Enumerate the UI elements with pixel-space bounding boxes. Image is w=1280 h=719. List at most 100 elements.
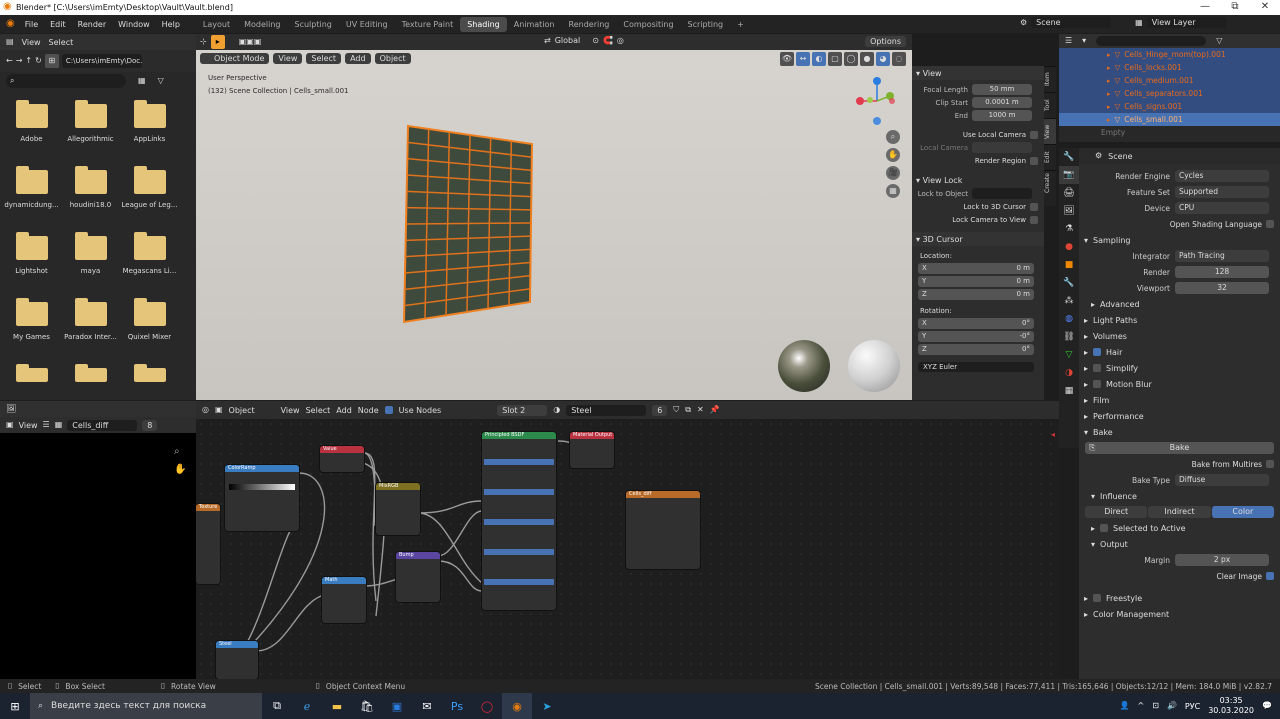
- folder-item[interactable]: Megascans Li...: [120, 230, 179, 292]
- tool-tab-icon[interactable]: 🔧: [1059, 148, 1079, 166]
- new-folder-icon[interactable]: ⊞: [44, 54, 59, 68]
- color-toggle[interactable]: Color: [1211, 506, 1274, 518]
- hair-section[interactable]: ▸ Hair: [1079, 344, 1280, 360]
- tab-rendering[interactable]: Rendering: [562, 17, 617, 32]
- outliner-empty-item[interactable]: Empty: [1059, 126, 1280, 139]
- material-tab-icon[interactable]: ◑: [1059, 364, 1079, 382]
- tab-item[interactable]: Item: [1044, 66, 1056, 92]
- cursor-rot-z[interactable]: Z 0°: [918, 344, 1034, 355]
- folder-item[interactable]: AppLinks: [120, 98, 179, 160]
- volumes-section[interactable]: ▸ Volumes: [1079, 328, 1280, 344]
- physics-tab-icon[interactable]: ◍: [1059, 310, 1079, 328]
- editor-type-icon[interactable]: ☰: [1065, 37, 1072, 45]
- proportional-edit-icon[interactable]: ◎: [617, 36, 624, 45]
- image-browse-icon[interactable]: ▦: [55, 421, 63, 429]
- close-window-button[interactable]: ✕: [1250, 0, 1280, 15]
- editor-type-icon[interactable]: ▤: [6, 38, 14, 46]
- trello-icon[interactable]: ▣: [382, 693, 412, 719]
- influence-subsection[interactable]: ▾ Influence: [1079, 488, 1280, 504]
- expand-icon[interactable]: ▸: [1107, 116, 1111, 124]
- use-local-camera-checkbox[interactable]: [1030, 130, 1038, 139]
- editor-type-icon[interactable]: 🖼: [6, 405, 16, 413]
- vp-menu-add[interactable]: Add: [345, 52, 371, 64]
- folder-item[interactable]: My Games: [2, 296, 61, 358]
- node-mix[interactable]: MixRGB: [376, 483, 420, 535]
- data-tab-icon[interactable]: ▽: [1059, 346, 1079, 364]
- cursor-loc-x[interactable]: X 0 m: [918, 263, 1034, 274]
- object-tab-icon[interactable]: ■: [1059, 256, 1079, 274]
- local-camera-field[interactable]: [972, 142, 1032, 153]
- tab-uv-editing[interactable]: UV Editing: [339, 17, 395, 32]
- outliner-item[interactable]: ▸ ▽ Cells_Hinge_mom(top).001: [1059, 48, 1280, 61]
- feature-set-dropdown[interactable]: Supported: [1175, 186, 1269, 198]
- constraints-tab-icon[interactable]: ⛓: [1059, 328, 1079, 346]
- filter-icon[interactable]: ▽: [158, 77, 164, 85]
- node-socket-row[interactable]: [484, 591, 554, 597]
- osl-checkbox[interactable]: [1266, 220, 1274, 228]
- orientation-dropdown[interactable]: Global: [555, 36, 581, 45]
- cursor-loc-y[interactable]: Y 0 m: [918, 276, 1034, 287]
- zoom-icon[interactable]: ⌕: [886, 130, 900, 144]
- blender-menu-icon[interactable]: ◉: [0, 19, 19, 29]
- menu-icon[interactable]: ☰: [43, 421, 50, 429]
- edge-browser-icon[interactable]: ℯ: [292, 693, 322, 719]
- menu-window[interactable]: Window: [112, 20, 156, 29]
- node-steel-group[interactable]: Steel: [216, 641, 258, 679]
- pan-hand-icon[interactable]: ✋: [886, 148, 900, 162]
- 3d-viewport[interactable]: ⊹ ▸ ▣▣▣ ⇄ Global ⊙ 🧲 ◎ Options Object Mo…: [196, 34, 912, 400]
- blender-task-icon[interactable]: ◉: [502, 693, 532, 719]
- clip-end-field[interactable]: 1000 m: [972, 110, 1032, 121]
- expand-icon[interactable]: ▸: [1107, 77, 1111, 85]
- taskbar-search-input[interactable]: ⌕ Введите здесь текст для поиска: [30, 693, 262, 719]
- add-workspace-button[interactable]: +: [730, 17, 751, 32]
- scene-selector[interactable]: Scene: [1031, 17, 1112, 28]
- node-image-texture[interactable]: Cells_diff: [626, 491, 700, 569]
- render-engine-dropdown[interactable]: Cycles: [1175, 170, 1269, 182]
- color-management-section[interactable]: ▸ Color Management: [1079, 606, 1280, 622]
- particles-tab-icon[interactable]: ⁂: [1059, 292, 1079, 310]
- simplify-checkbox[interactable]: [1093, 364, 1102, 372]
- maximize-button[interactable]: ⧉: [1220, 0, 1250, 15]
- bake-button[interactable]: ⎘ Bake: [1085, 442, 1274, 454]
- clear-image-checkbox[interactable]: [1266, 572, 1274, 580]
- filter-icon[interactable]: ▽: [1216, 37, 1222, 45]
- lock-cursor-checkbox[interactable]: [1030, 202, 1038, 211]
- outliner-search-input[interactable]: [1096, 36, 1207, 46]
- volume-icon[interactable]: 🔊: [1167, 702, 1177, 710]
- tab-compositing[interactable]: Compositing: [616, 17, 680, 32]
- opera-icon[interactable]: ◯: [472, 693, 502, 719]
- task-view-icon[interactable]: ⧉: [262, 693, 292, 719]
- modifier-tab-icon[interactable]: 🔧: [1059, 274, 1079, 292]
- expand-icon[interactable]: ▸: [1107, 103, 1111, 111]
- display-mode-icon[interactable]: ▾: [1082, 37, 1086, 45]
- tab-layout[interactable]: Layout: [196, 17, 237, 32]
- bake-multires-checkbox[interactable]: [1266, 460, 1274, 468]
- texture-tab-icon[interactable]: ▦: [1059, 382, 1079, 400]
- freestyle-checkbox[interactable]: [1093, 594, 1102, 602]
- tab-animation[interactable]: Animation: [507, 17, 562, 32]
- solid-shading-icon[interactable]: ●: [860, 52, 874, 66]
- selected-to-active-checkbox[interactable]: [1100, 524, 1109, 532]
- vp-menu-select[interactable]: Select: [306, 52, 342, 64]
- sampling-section-header[interactable]: ▾ Sampling: [1079, 232, 1280, 248]
- outliner-item[interactable]: ▸ ▽ Cells_medium.001: [1059, 74, 1280, 87]
- clip-start-field[interactable]: 0.0001 m: [972, 97, 1032, 108]
- output-tab-icon[interactable]: 🖨: [1059, 184, 1079, 202]
- windows-start-icon[interactable]: ⊞: [0, 693, 30, 719]
- xray-icon[interactable]: ▢: [828, 52, 842, 66]
- node-bump[interactable]: Bump: [396, 552, 440, 602]
- image-name-field[interactable]: Cells_diff: [67, 419, 138, 431]
- simplify-section[interactable]: ▸ Simplify: [1079, 360, 1280, 376]
- minimize-button[interactable]: —: [1190, 0, 1220, 15]
- view-layer-selector[interactable]: View Layer: [1146, 17, 1227, 28]
- rendered-shading-icon[interactable]: ◌: [892, 52, 906, 66]
- refresh-icon[interactable]: ↻: [35, 57, 42, 65]
- outliner-item-active[interactable]: ▸ ▽ Cells_small.001: [1059, 113, 1280, 126]
- rotation-mode-dropdown[interactable]: XYZ Euler: [918, 361, 1034, 372]
- node-frame[interactable]: Texture: [196, 504, 220, 584]
- photoshop-icon[interactable]: Ps: [442, 693, 472, 719]
- world-tab-icon[interactable]: ●: [1059, 238, 1079, 256]
- output-subsection[interactable]: ▾ Output: [1079, 536, 1280, 552]
- tab-create[interactable]: Create: [1044, 170, 1056, 196]
- pan-hand-icon[interactable]: ✋: [174, 465, 186, 475]
